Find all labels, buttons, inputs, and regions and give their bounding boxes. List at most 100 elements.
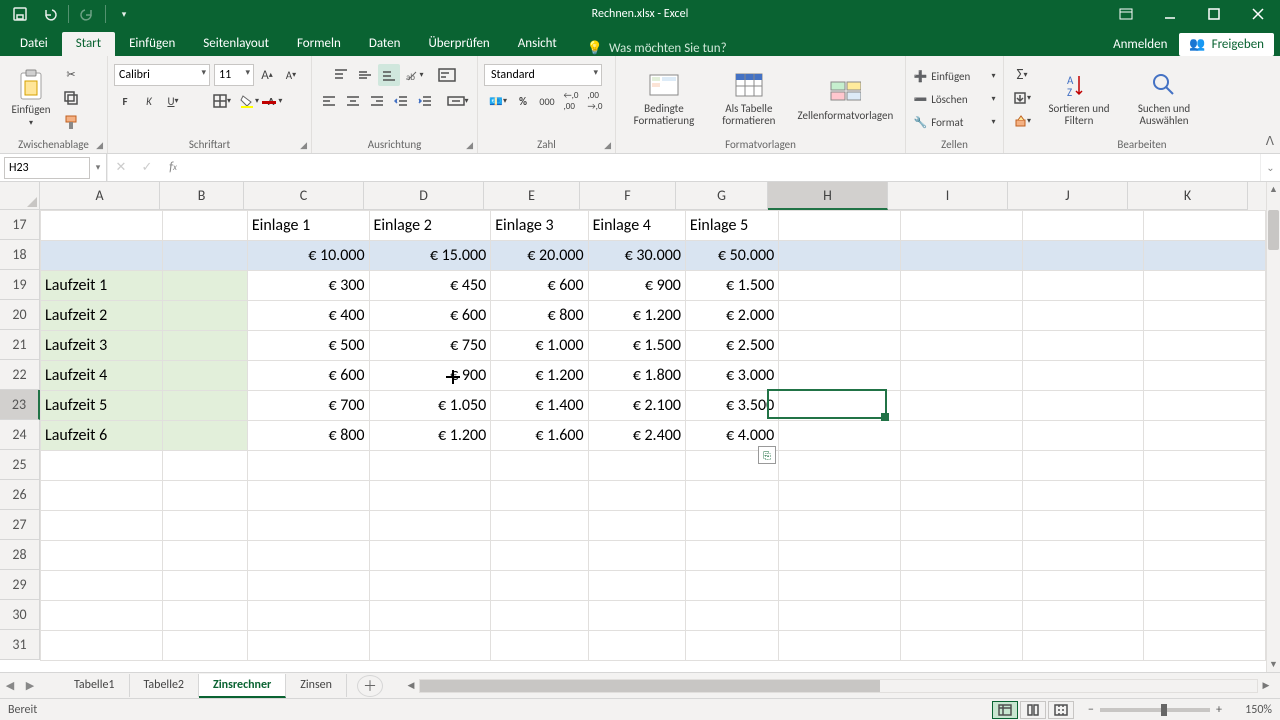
comma-format-icon[interactable]: 000 bbox=[536, 90, 558, 112]
cell[interactable] bbox=[162, 571, 247, 601]
cell[interactable] bbox=[162, 421, 247, 451]
cell[interactable] bbox=[588, 601, 685, 631]
cell[interactable] bbox=[1022, 361, 1144, 391]
increase-indent-icon[interactable] bbox=[414, 90, 436, 112]
decrease-decimal-icon[interactable]: ,00→,0 bbox=[584, 90, 606, 112]
cell[interactable] bbox=[1022, 451, 1144, 481]
cut-icon[interactable]: ✂ bbox=[60, 63, 82, 85]
cell[interactable]: Laufzeit 1 bbox=[41, 271, 163, 301]
column-headers[interactable]: ABCDEFGHIJK bbox=[40, 182, 1266, 210]
cell[interactable] bbox=[247, 601, 369, 631]
align-bottom-icon[interactable] bbox=[378, 64, 400, 86]
row-header[interactable]: 29 bbox=[0, 570, 40, 600]
cell[interactable]: € 700 bbox=[247, 391, 369, 421]
row-header[interactable]: 19 bbox=[0, 270, 40, 300]
cell[interactable]: Einlage 3 bbox=[491, 211, 588, 241]
cell[interactable] bbox=[1022, 301, 1144, 331]
cell[interactable]: Laufzeit 2 bbox=[41, 301, 163, 331]
find-select-button[interactable]: Suchen und Auswählen bbox=[1124, 65, 1204, 131]
cell[interactable] bbox=[900, 541, 1022, 571]
cell[interactable]: Laufzeit 6 bbox=[41, 421, 163, 451]
align-center-icon[interactable] bbox=[342, 90, 364, 112]
cell[interactable]: Einlage 5 bbox=[685, 211, 778, 241]
insert-function-icon[interactable]: fx bbox=[160, 154, 186, 181]
cell[interactable] bbox=[1022, 331, 1144, 361]
row-header[interactable]: 18 bbox=[0, 240, 40, 270]
cell[interactable]: € 2.400 bbox=[588, 421, 685, 451]
cell[interactable] bbox=[900, 241, 1022, 271]
cell[interactable] bbox=[1022, 271, 1144, 301]
cell[interactable] bbox=[491, 511, 588, 541]
cell[interactable] bbox=[41, 481, 163, 511]
zoom-slider[interactable] bbox=[1100, 708, 1210, 712]
column-header[interactable]: I bbox=[888, 182, 1008, 210]
cell[interactable]: € 900 bbox=[588, 271, 685, 301]
sheet-nav-prev-icon[interactable]: ◀ bbox=[0, 679, 20, 692]
cell[interactable] bbox=[369, 511, 491, 541]
cell[interactable] bbox=[162, 211, 247, 241]
column-header[interactable]: J bbox=[1008, 182, 1128, 210]
minimize-icon[interactable] bbox=[1148, 0, 1192, 28]
cell[interactable] bbox=[1144, 391, 1266, 421]
cell[interactable]: Laufzeit 5 bbox=[41, 391, 163, 421]
tab-file[interactable]: Datei bbox=[6, 32, 62, 56]
cell[interactable] bbox=[162, 361, 247, 391]
cell[interactable]: € 800 bbox=[247, 421, 369, 451]
cell[interactable] bbox=[247, 451, 369, 481]
cell[interactable] bbox=[1144, 361, 1266, 391]
cell[interactable] bbox=[779, 601, 901, 631]
cell[interactable]: € 15.000 bbox=[369, 241, 491, 271]
tab-home[interactable]: Start bbox=[62, 32, 115, 56]
cell[interactable] bbox=[162, 331, 247, 361]
cell[interactable] bbox=[162, 451, 247, 481]
underline-button[interactable]: U▾ bbox=[162, 90, 184, 112]
cell[interactable] bbox=[1144, 631, 1266, 661]
row-header[interactable]: 25 bbox=[0, 450, 40, 480]
cell[interactable] bbox=[1022, 211, 1144, 241]
vscroll-thumb[interactable] bbox=[1268, 210, 1279, 250]
cell[interactable] bbox=[900, 511, 1022, 541]
cell[interactable] bbox=[41, 211, 163, 241]
maximize-icon[interactable] bbox=[1192, 0, 1236, 28]
cell[interactable] bbox=[900, 361, 1022, 391]
cell[interactable] bbox=[162, 541, 247, 571]
cell[interactable] bbox=[491, 631, 588, 661]
cell[interactable]: € 1.200 bbox=[491, 361, 588, 391]
cell[interactable] bbox=[1144, 451, 1266, 481]
scroll-down-icon[interactable]: ▼ bbox=[1267, 659, 1280, 670]
cell[interactable]: € 600 bbox=[247, 361, 369, 391]
cell[interactable] bbox=[1144, 511, 1266, 541]
cell[interactable] bbox=[369, 631, 491, 661]
column-header[interactable]: E bbox=[484, 182, 580, 210]
cell[interactable] bbox=[1144, 601, 1266, 631]
align-middle-icon[interactable] bbox=[354, 64, 376, 86]
cell[interactable]: € 3.500 bbox=[685, 391, 778, 421]
select-all-corner[interactable] bbox=[0, 182, 40, 210]
cell[interactable] bbox=[162, 241, 247, 271]
cell[interactable] bbox=[900, 421, 1022, 451]
name-box-dropdown-icon[interactable]: ▾ bbox=[94, 162, 106, 173]
column-header[interactable]: C bbox=[244, 182, 364, 210]
copy-icon[interactable] bbox=[60, 87, 82, 109]
paste-button[interactable]: Einfügen ▾ bbox=[6, 65, 56, 132]
autofill-options-icon[interactable]: ⎘ bbox=[758, 446, 776, 464]
cell[interactable] bbox=[1144, 541, 1266, 571]
font-launcher-icon[interactable]: ◢ bbox=[300, 140, 307, 151]
font-size-input[interactable] bbox=[214, 64, 254, 86]
row-header[interactable]: 22 bbox=[0, 360, 40, 390]
column-header[interactable]: F bbox=[580, 182, 676, 210]
cell[interactable]: € 750 bbox=[369, 331, 491, 361]
cell[interactable]: € 1.500 bbox=[588, 331, 685, 361]
cell[interactable] bbox=[162, 391, 247, 421]
cell[interactable] bbox=[41, 511, 163, 541]
row-header[interactable]: 17 bbox=[0, 210, 40, 240]
page-layout-view-icon[interactable] bbox=[1020, 701, 1046, 719]
formula-input[interactable] bbox=[186, 157, 1260, 179]
decrease-indent-icon[interactable] bbox=[390, 90, 412, 112]
zoom-out-icon[interactable]: − bbox=[1088, 703, 1094, 717]
save-icon[interactable] bbox=[8, 2, 32, 26]
cell[interactable] bbox=[162, 301, 247, 331]
tab-formulas[interactable]: Formeln bbox=[283, 32, 355, 56]
cell[interactable] bbox=[588, 511, 685, 541]
cell[interactable] bbox=[779, 271, 901, 301]
